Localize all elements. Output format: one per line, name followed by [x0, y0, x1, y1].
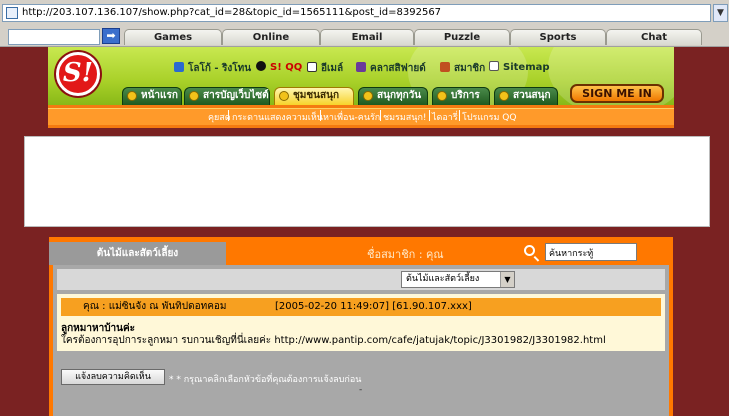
nav-tab-community[interactable]: ชุมชนสนุก: [274, 87, 354, 105]
link-member[interactable]: สมาชิก: [440, 61, 485, 76]
site-header: S! โลโก้ - ริงโทน S! QQ อีเมล์ คลาสสิฟาย…: [48, 47, 674, 128]
link-classified-label: คลาสสิฟายด์: [370, 63, 426, 74]
board-header: ต้นไม้และสัตว์เลี้ยง ชื่อสมาชิก : คุณ ค้…: [49, 237, 673, 265]
nav-tab-park-label: สวนสนุก: [513, 90, 551, 101]
link-logo-ringtone[interactable]: โลโก้ - ริงโทน: [174, 61, 251, 76]
tab-email[interactable]: Email: [320, 29, 414, 45]
tab-puzzle[interactable]: Puzzle: [414, 29, 510, 45]
nav-tab-community-label: ชุมชนสนุก: [293, 90, 339, 101]
subnav-webboard[interactable]: กระดานแสดงความเห็น: [232, 110, 323, 124]
link-email-label: อีเมล์: [321, 63, 344, 74]
link-sqq-label: S! QQ: [270, 62, 303, 73]
go-button[interactable]: ➡: [102, 28, 120, 44]
smiley-icon: [363, 91, 373, 101]
tab-online[interactable]: Online: [222, 29, 320, 45]
link-email[interactable]: อีเมล์: [307, 61, 343, 76]
post-item: คุณ : แม่ซินจัง ณ พันทิปดอทคอม [2005-02-…: [57, 294, 665, 351]
nav-tab-directory-label: สารบัญเว็บไซต์: [203, 90, 269, 101]
search-icon[interactable]: [524, 245, 535, 256]
search-input[interactable]: ค้นหากระทู้: [545, 243, 637, 261]
post-header: คุณ : แม่ซินจัง ณ พันทิปดอทคอม [2005-02-…: [61, 298, 661, 316]
toolbar-search-input[interactable]: [8, 29, 100, 45]
link-sqq[interactable]: S! QQ: [256, 61, 302, 73]
nav-tab-services[interactable]: บริการ: [432, 87, 490, 105]
report-note: * * กรุณาคลิกเลือกหัวข้อที่คุณต้องการแจ้…: [169, 375, 362, 385]
report-delete-button[interactable]: แจ้งลบความคิดเห็น: [61, 369, 165, 385]
nav-tab-fun[interactable]: สนุกทุกวัน: [358, 87, 428, 105]
tab-sports[interactable]: Sports: [510, 29, 606, 45]
slide-icon: [499, 91, 509, 101]
nav-tab-park[interactable]: สวนสนุก: [494, 87, 558, 105]
address-bar: http://203.107.136.107/show.php?cat_id=2…: [0, 0, 729, 29]
site-logo[interactable]: S!: [56, 52, 100, 96]
nav-tab-home-label: หน้าแรก: [141, 90, 178, 101]
chat-bubble-icon: [279, 91, 289, 101]
subnav-friends[interactable]: หาเพื่อน-คนรัก: [323, 110, 380, 124]
category-breadcrumb[interactable]: ต้นไม้และสัตว์เลี้ยง: [49, 242, 226, 265]
subnav-diary[interactable]: ไดอารี่: [432, 110, 458, 124]
wrench-icon: [437, 91, 447, 101]
post-author: คุณ : แม่ซินจัง ณ พันทิปดอทคอม: [83, 301, 227, 312]
ad-banner: [24, 136, 710, 227]
nav-tab-fun-label: สนุกทุกวัน: [377, 90, 422, 101]
post-body: ใครต้องการอุปการะลูกหมา รบกวนเชิญที่นี่เ…: [61, 335, 606, 346]
post-datetime-ip: [2005-02-20 11:49:07] [61.90.107.xxx]: [275, 301, 472, 312]
chevron-down-icon[interactable]: ▼: [500, 272, 514, 287]
category-select[interactable]: ต้นไม้และสัตว์เลี้ยง ▼: [401, 271, 515, 288]
sign-in-button[interactable]: SIGN ME IN: [570, 84, 664, 103]
globe-icon: [189, 91, 199, 101]
tab-chat[interactable]: Chat: [606, 29, 702, 45]
link-member-label: สมาชิก: [454, 63, 486, 74]
subnav-qq-program[interactable]: โปรแกรม QQ: [462, 110, 516, 124]
footer-dash: -: [359, 385, 363, 395]
nav-tab-services-label: บริการ: [451, 90, 480, 101]
url-field[interactable]: http://203.107.136.107/show.php?cat_id=2…: [2, 4, 711, 22]
page-icon: [6, 7, 18, 19]
webboard-panel: ต้นไม้และสัตว์เลี้ยง ชื่อสมาชิก : คุณ ค้…: [49, 237, 673, 416]
board-content: ต้นไม้และสัตว์เลี้ยง ▼ คุณ : แม่ซินจัง ณ…: [53, 265, 669, 416]
tab-games[interactable]: Games: [124, 29, 222, 45]
category-bar: [57, 269, 665, 290]
sub-navigation: คุยสด กระดานแสดงความเห็น หาเพื่อน-คนรัก …: [48, 105, 674, 128]
link-logo-ringtone-label: โลโก้ - ริงโทน: [188, 63, 252, 74]
link-sitemap-label: Sitemap: [503, 62, 550, 73]
link-sitemap[interactable]: Sitemap: [489, 61, 550, 73]
nav-tab-directory[interactable]: สารบัญเว็บไซต์: [184, 87, 270, 105]
toolbar: ➡ Games Online Email Puzzle Sports Chat: [0, 28, 729, 47]
nav-tab-home[interactable]: หน้าแรก: [122, 87, 182, 105]
home-icon: [127, 91, 137, 101]
url-dropdown-button[interactable]: ▼: [713, 4, 728, 22]
subnav-clubs[interactable]: ชมรมสนุก!: [383, 110, 427, 124]
url-text: http://203.107.136.107/show.php?cat_id=2…: [22, 7, 442, 18]
member-name-label: ชื่อสมาชิก : คุณ: [367, 248, 444, 261]
link-classified[interactable]: คลาสสิฟายด์: [356, 61, 426, 76]
category-select-value: ต้นไม้และสัตว์เลี้ยง: [406, 274, 480, 284]
